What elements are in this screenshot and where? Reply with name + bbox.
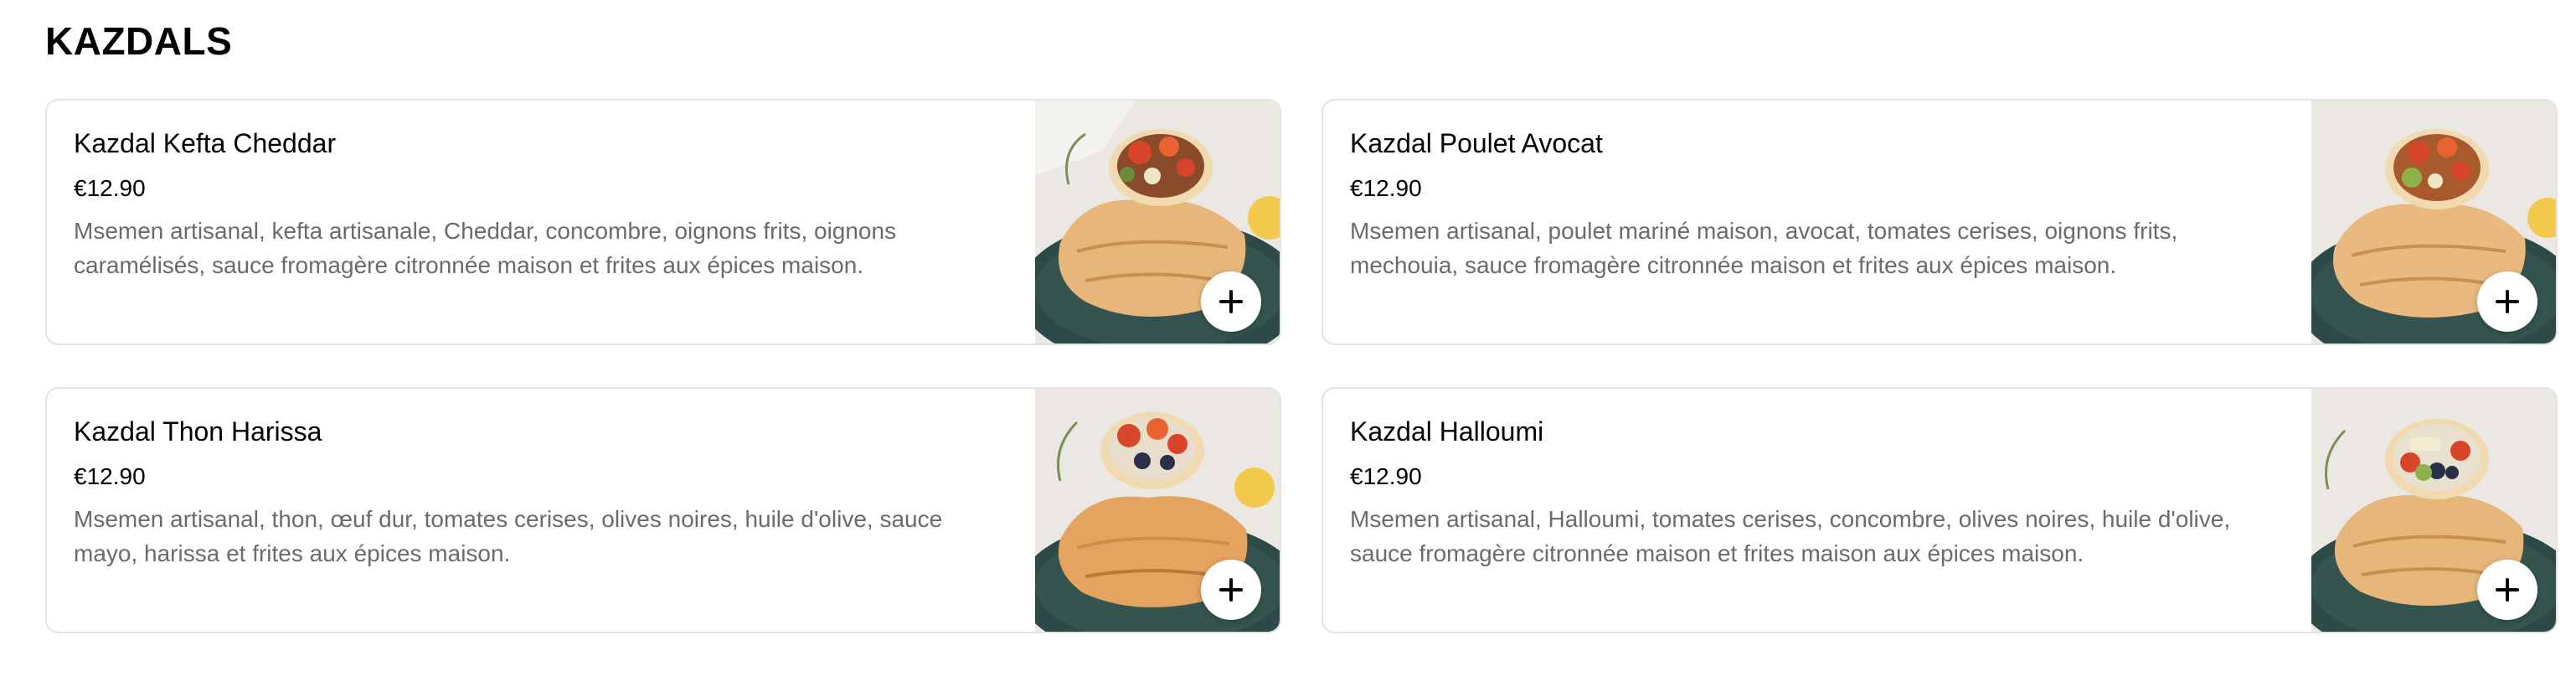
menu-item-description: Msemen artisanal, thon, œuf dur, tomates… xyxy=(74,505,943,566)
plus-icon xyxy=(2496,578,2519,602)
tuna-wrap-photo xyxy=(1035,389,1280,632)
plus-icon xyxy=(1219,578,1243,602)
menu-section: KAZDALS Kazdal Kefta Cheddar €12.90 Msem… xyxy=(0,0,2576,687)
menu-item-description: Msemen artisanal, poulet mariné maison, … xyxy=(1350,217,2178,278)
menu-items-grid: Kazdal Kefta Cheddar €12.90 Msemen artis… xyxy=(45,99,2558,633)
add-to-cart-button[interactable] xyxy=(2477,560,2537,620)
add-to-cart-button[interactable] xyxy=(1201,271,1261,332)
menu-item-info: Kazdal Halloumi €12.90 Msemen artisanal,… xyxy=(1350,416,2271,571)
menu-item-price: €12.90 xyxy=(74,463,146,490)
plus-icon xyxy=(1219,290,1243,313)
menu-item-name: Kazdal Kefta Cheddar xyxy=(74,128,337,158)
menu-item-card[interactable]: Kazdal Poulet Avocat €12.90 Msemen artis… xyxy=(1321,99,2558,345)
menu-item-info: Kazdal Thon Harissa €12.90 Msemen artisa… xyxy=(74,416,995,571)
menu-item-name: Kazdal Poulet Avocat xyxy=(1350,128,1603,158)
menu-item-card[interactable]: Kazdal Thon Harissa €12.90 Msemen artisa… xyxy=(45,387,1281,633)
kefta-wrap-photo xyxy=(1035,101,1280,344)
add-to-cart-button[interactable] xyxy=(1201,560,1261,620)
menu-item-info: Kazdal Kefta Cheddar €12.90 Msemen artis… xyxy=(74,127,995,282)
menu-item-card[interactable]: Kazdal Kefta Cheddar €12.90 Msemen artis… xyxy=(45,99,1281,345)
menu-item-price: €12.90 xyxy=(1350,175,1422,202)
menu-item-name: Kazdal Halloumi xyxy=(1350,416,1544,447)
menu-item-card[interactable]: Kazdal Halloumi €12.90 Msemen artisanal,… xyxy=(1321,387,2558,633)
halloumi-wrap-photo xyxy=(2311,389,2556,632)
menu-item-description: Msemen artisanal, Halloumi, tomates ceri… xyxy=(1350,505,2231,566)
section-title: KAZDALS xyxy=(45,19,233,63)
menu-item-price: €12.90 xyxy=(1350,463,1422,490)
menu-item-description: Msemen artisanal, kefta artisanale, Ched… xyxy=(74,217,897,278)
chicken-wrap-photo xyxy=(2311,101,2556,344)
menu-item-name: Kazdal Thon Harissa xyxy=(74,416,322,447)
add-to-cart-button[interactable] xyxy=(2477,271,2537,332)
plus-icon xyxy=(2496,290,2519,313)
menu-item-price: €12.90 xyxy=(74,175,146,202)
menu-item-info: Kazdal Poulet Avocat €12.90 Msemen artis… xyxy=(1350,127,2271,282)
